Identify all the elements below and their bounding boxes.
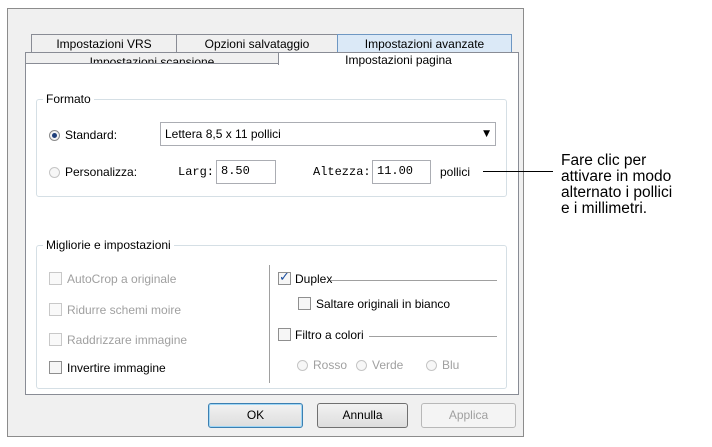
standard-radio[interactable] <box>49 130 60 141</box>
column-divider <box>269 265 270 383</box>
deskew-label: Raddrizzare immagine <box>67 333 188 347</box>
height-label: Altezza: <box>313 165 371 179</box>
duplex-label: Duplex <box>295 272 333 286</box>
tab-page-settings[interactable]: Impostazioni pagina <box>278 52 519 67</box>
width-label: Larg: <box>178 165 215 179</box>
page-settings-dialog: Impostazioni VRS Opzioni salvataggio Imp… <box>7 8 524 437</box>
blue-label: Blu <box>442 358 460 372</box>
skip-blank-label: Saltare originali in bianco <box>316 297 451 311</box>
chevron-down-icon: ▼ <box>483 129 490 139</box>
callout-line <box>483 171 553 172</box>
moire-label: Ridurre schemi moire <box>67 303 182 317</box>
autocrop-label: AutoCrop a originale <box>67 272 177 286</box>
green-radio[interactable] <box>356 360 367 371</box>
standard-format-select[interactable]: Lettera 8,5 x 11 pollici ▼ <box>160 122 496 146</box>
autocrop-checkbox[interactable] <box>49 272 62 285</box>
deskew-checkbox[interactable] <box>49 333 62 346</box>
red-label: Rosso <box>313 358 348 372</box>
duplex-checkbox[interactable] <box>278 270 291 285</box>
standard-format-value: Lettera 8,5 x 11 pollici <box>165 127 281 141</box>
moire-checkbox[interactable] <box>49 303 62 316</box>
invert-label: Invertire immagine <box>67 361 166 375</box>
blue-radio[interactable] <box>426 360 437 371</box>
width-field[interactable]: 8.50 <box>216 160 276 184</box>
color-filter-label: Filtro a colori <box>295 328 364 342</box>
custom-label: Personalizza: <box>65 165 138 179</box>
color-filter-separator <box>369 336 497 337</box>
invert-checkbox[interactable] <box>49 361 62 374</box>
tab-vrs-settings[interactable]: Impostazioni VRS <box>31 34 177 53</box>
enhancements-group-title: Migliorie e impostazioni <box>43 238 174 252</box>
color-filter-checkbox[interactable] <box>278 328 291 341</box>
skip-blank-checkbox[interactable] <box>298 297 311 310</box>
apply-button: Applica <box>421 403 516 428</box>
tab-panel: Formato Standard: Lettera 8,5 x 11 polli… <box>25 63 519 395</box>
format-group-title: Formato <box>43 92 94 106</box>
standard-label: Standard: <box>65 128 118 142</box>
cancel-button[interactable]: Annulla <box>317 403 408 428</box>
callout-text: Fare clic per attivare in modo alternato… <box>561 153 672 217</box>
callout-line-2: attivare in modo <box>561 168 672 185</box>
callout-line-4: e i millimetri. <box>561 200 648 217</box>
callout-line-3: alternato i pollici <box>561 184 673 201</box>
red-radio[interactable] <box>297 360 308 371</box>
height-field[interactable]: 11.00 <box>372 160 431 184</box>
tab-save-options[interactable]: Opzioni salvataggio <box>176 34 338 53</box>
unit-toggle-label[interactable]: pollici <box>440 165 470 179</box>
duplex-separator <box>331 280 497 281</box>
callout-line-1: Fare clic per <box>561 152 647 169</box>
custom-radio[interactable] <box>49 167 60 178</box>
ok-button[interactable]: OK <box>208 403 303 428</box>
green-label: Verde <box>372 358 404 372</box>
tab-advanced-settings[interactable]: Impostazioni avanzate <box>337 34 512 53</box>
